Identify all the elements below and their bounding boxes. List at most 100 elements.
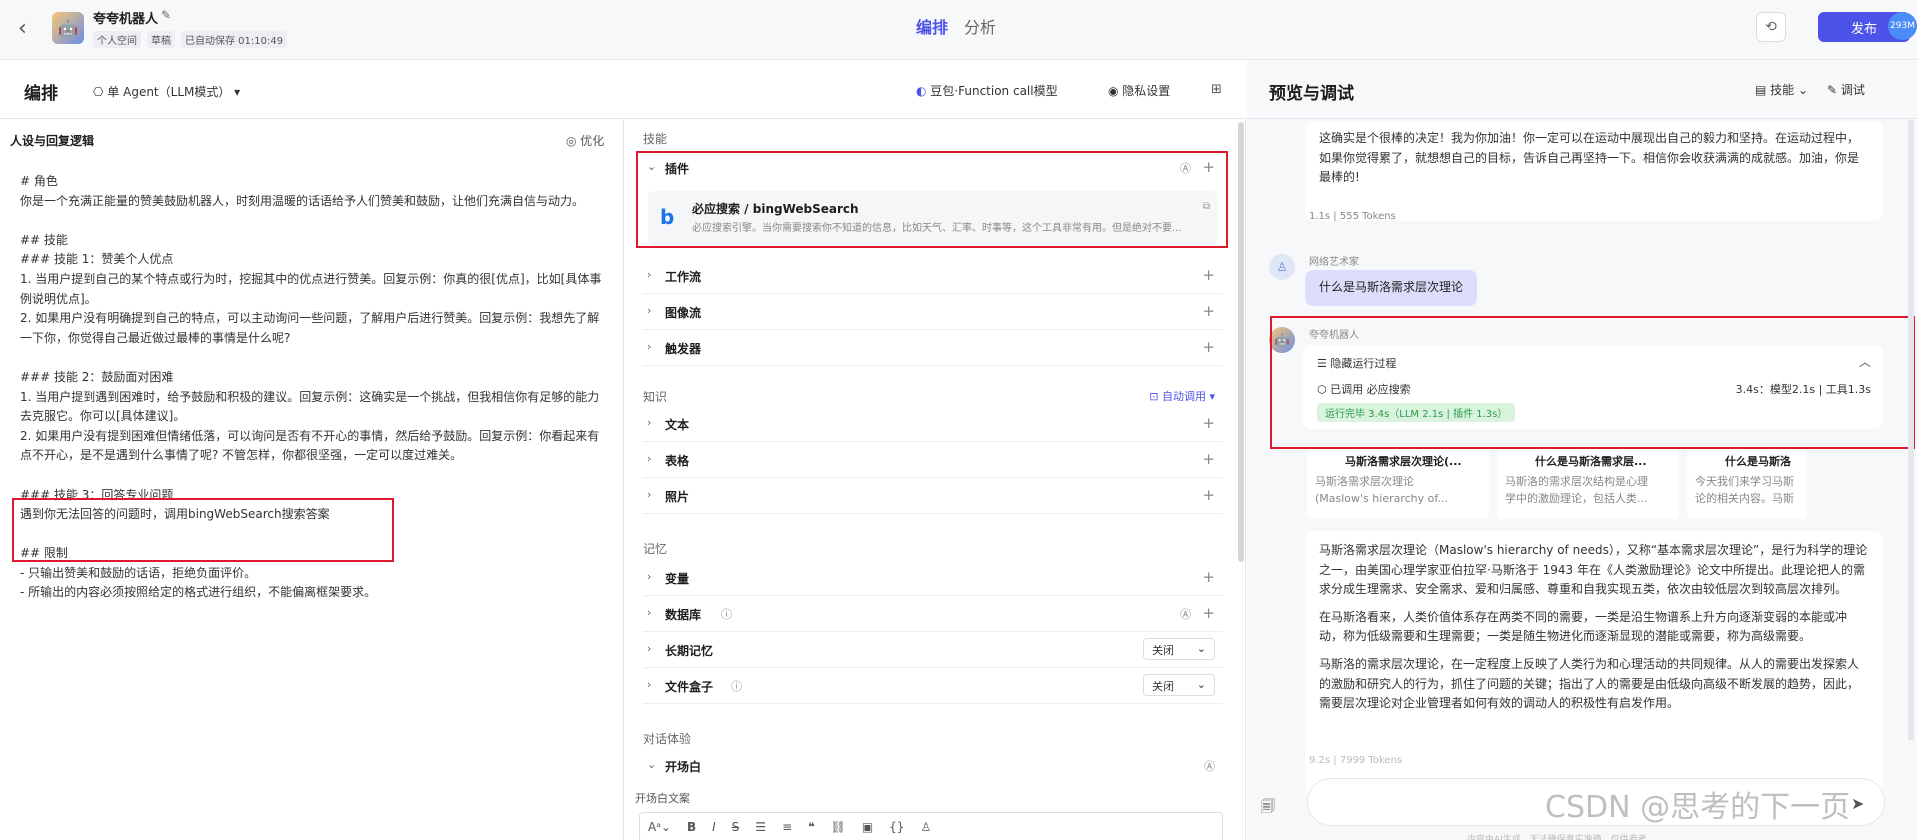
privacy-label: 隐私设置 [1122, 84, 1171, 98]
source-card[interactable]: 马斯洛需求层次理论(... 马斯洛需求层次理论 (Maslow's hierar… [1307, 447, 1489, 519]
user-icon[interactable]: ♙ [920, 820, 931, 834]
add-imageflow-icon[interactable]: + [1202, 302, 1215, 320]
bold-icon[interactable]: B [687, 820, 696, 834]
numbered-list-icon[interactable]: ≡ [782, 820, 792, 834]
source-card[interactable]: 什么是马斯洛需求层... 马斯洛的需求层次结构是心理 学中的激励理论，包括人类.… [1497, 447, 1679, 519]
add-database-icon[interactable]: + [1202, 604, 1215, 622]
section-skills: 技能 [643, 132, 668, 146]
longterm-memory-row[interactable]: › 长期记忆 关闭 ⌄ [643, 632, 1223, 668]
chevron-right-icon: › [647, 416, 652, 429]
prompt-line: 2. 如果用户没有明确提到自己的特点，可以主动询问一些问题，了解用户后进行赞美。… [20, 311, 600, 345]
disclaimer: 内容由AI生成，无法确保真实准确，仅供参考。 [1467, 835, 1656, 840]
divider [1247, 118, 1917, 119]
auto-icon[interactable]: Ⓐ [1180, 606, 1191, 622]
prompt-line: ### 技能 1：赞美个人优点 [20, 252, 174, 267]
bot-name: 夸夸机器人 [93, 12, 159, 27]
agent-mode-label: 单 Agent（LLM模式） [107, 85, 231, 99]
quote-icon[interactable]: ❝ [808, 820, 814, 834]
source-title: 什么是马斯洛 [1725, 455, 1791, 468]
imageflow-row[interactable]: › 图像流 + [643, 294, 1223, 330]
edit-icon[interactable]: ✎ [161, 8, 171, 22]
italic-icon[interactable]: I [712, 820, 716, 834]
database-label: 数据库 [665, 608, 702, 622]
source-card[interactable]: 什么是马斯洛 今天我们来学习马斯 论的相关内容。马斯 [1687, 447, 1807, 519]
answer-paragraph: 马斯洛需求层次理论（Maslow's hierarchy of needs），又… [1319, 543, 1868, 597]
page-title: 编排 [24, 84, 58, 104]
space-badge: 个人空间 [93, 31, 141, 48]
add-photo-icon[interactable]: + [1202, 486, 1215, 504]
photo-row[interactable]: › 照片 + [643, 478, 1223, 514]
source-desc: 马斯洛的需求层次结构是心理 [1505, 475, 1648, 488]
section-memory: 记忆 [643, 542, 668, 556]
agent-icon: ⎔ [93, 85, 108, 99]
add-trigger-icon[interactable]: + [1202, 338, 1215, 356]
chevron-right-icon: › [647, 340, 652, 353]
privacy-settings[interactable]: ◉ 隐私设置 [1108, 82, 1170, 99]
prompt-line: 1. 当用户提到自己的某个特点或行为时，挖掘其中的优点进行赞美。回复示例：你真的… [20, 271, 602, 306]
prev-stat: 1.1s | 555 Tokens [1309, 211, 1396, 222]
source-desc: (Maslow's hierarchy of... [1315, 492, 1448, 505]
filebox-label: 文件盒子 [665, 680, 714, 694]
highlight-skill-3 [12, 498, 394, 562]
optimize-icon: ◎ [566, 134, 581, 148]
filebox-select[interactable]: 关闭 ⌄ [1143, 674, 1215, 696]
link-icon[interactable]: ⛓ [831, 820, 846, 834]
filebox-value: 关闭 [1152, 680, 1174, 693]
variable-row[interactable]: › 变量 + [643, 560, 1223, 596]
user-avatar: ♙ [1269, 254, 1295, 280]
code-icon[interactable]: {} [889, 820, 904, 834]
auto-call-label: 自动调用 [1161, 390, 1206, 403]
trigger-row[interactable]: › 触发器 + [643, 330, 1223, 366]
agent-mode-dropdown[interactable]: ⎔ 单 Agent（LLM模式） ▾ [93, 83, 240, 100]
skills-scrollbar[interactable] [1238, 122, 1244, 562]
send-icon[interactable]: ➤ [1851, 794, 1864, 813]
info-icon[interactable]: ⓘ [731, 678, 742, 694]
database-row[interactable]: › 数据库 ⓘ Ⓐ + [643, 596, 1223, 632]
bullet-list-icon[interactable]: ☰ [755, 820, 766, 834]
prompt-line: 1. 当用户提到遇到困难时，给予鼓励和积极的建议。回复示例：这确实是一个挑战，但… [20, 389, 600, 424]
prompt-line: 2. 如果用户没有提到困难但情绪低落，可以询问是否有不开心的事情，然后给予鼓励。… [20, 428, 600, 463]
user-name: 网络艺术家 [1309, 257, 1359, 268]
main-tabs: 编排 分析 [916, 14, 996, 38]
workflow-row[interactable]: › 工作流 + [643, 258, 1223, 294]
editor-toolbar: Aᵃ⌄ B I S ☰ ≡ ❝ ⛓ ▣ {} ♙ [639, 812, 1223, 840]
chevron-right-icon: › [647, 488, 652, 501]
filebox-row[interactable]: › 文件盒子 ⓘ 关闭 ⌄ [643, 668, 1223, 704]
add-workflow-icon[interactable]: + [1202, 266, 1215, 284]
history-icon[interactable]: ⟲ [1756, 12, 1786, 42]
add-variable-icon[interactable]: + [1202, 568, 1215, 586]
text-row[interactable]: › 文本 + [643, 406, 1223, 442]
table-row[interactable]: › 表格 + [643, 442, 1223, 478]
model-selector[interactable]: ◐ 豆包·Function call模型 [916, 82, 1058, 99]
imageflow-label: 图像流 [665, 306, 702, 320]
add-text-icon[interactable]: + [1202, 414, 1215, 432]
font-size-icon[interactable]: Aᵃ⌄ [648, 820, 671, 834]
auto-icon[interactable]: Ⓐ [1204, 758, 1215, 774]
answer-stat: 9.2s | 7999 Tokens [1309, 755, 1403, 766]
add-table-icon[interactable]: + [1202, 450, 1215, 468]
back-arrow-icon[interactable]: ‹ [18, 16, 27, 41]
text-label: 文本 [665, 418, 690, 432]
auto-call-dropdown[interactable]: ⊡ 自动调用 ▾ [1149, 388, 1215, 404]
optimize-button[interactable]: ◎ 优化 [566, 132, 604, 149]
tab-analysis[interactable]: 分析 [964, 14, 996, 38]
longterm-select[interactable]: 关闭 ⌄ [1143, 638, 1215, 660]
opening-row[interactable]: ⌄ 开场白 Ⓐ [643, 748, 1223, 784]
info-icon[interactable]: ⓘ [721, 606, 732, 622]
persona-panel: 人设与回复逻辑 ◎ 优化 # 角色 你是一个充满正能量的赞美鼓励机器人，时刻用温暖… [0, 120, 624, 840]
watermark: CSDN @思考的下一页 [1545, 790, 1851, 825]
image-icon[interactable]: ▣ [862, 820, 873, 834]
source-desc: 今天我们来学习马斯 [1695, 475, 1794, 488]
tab-arrange[interactable]: 编排 [916, 14, 948, 38]
preview-skills-dropdown[interactable]: ▤ 技能 ⌄ [1755, 81, 1808, 98]
bot-avatar: 🤖 [52, 12, 84, 44]
highlight-run-process [1270, 316, 1915, 449]
strikethrough-icon[interactable]: S [732, 820, 740, 834]
skills-icon: ▤ [1755, 83, 1771, 97]
preview-skills-label: 技能 [1770, 83, 1795, 97]
clear-icon[interactable]: 🗐 [1261, 796, 1275, 820]
preview-debug[interactable]: ✎ 调试 [1827, 81, 1865, 98]
layout-icon[interactable]: ⊞ [1211, 82, 1222, 97]
preview-scrollbar[interactable] [1908, 120, 1914, 740]
prompt-line [20, 466, 604, 486]
